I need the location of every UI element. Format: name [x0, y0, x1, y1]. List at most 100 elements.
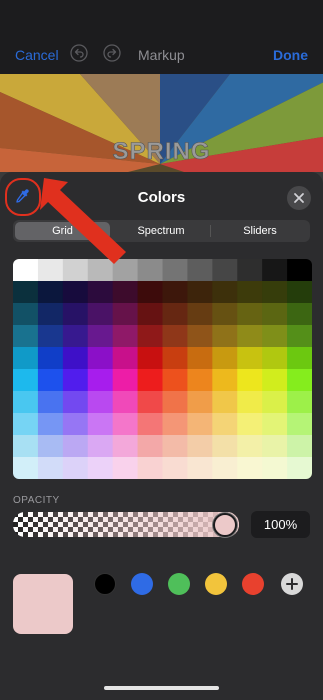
color-swatch[interactable]: [62, 457, 89, 479]
color-swatch[interactable]: [162, 435, 188, 458]
color-swatch[interactable]: [112, 325, 139, 348]
color-swatch[interactable]: [212, 325, 238, 348]
color-swatch[interactable]: [212, 369, 238, 392]
color-swatch[interactable]: [87, 347, 114, 370]
color-swatch[interactable]: [62, 435, 89, 458]
color-swatch[interactable]: [287, 457, 312, 479]
color-swatch[interactable]: [262, 325, 288, 348]
color-swatch[interactable]: [13, 457, 39, 479]
color-swatch[interactable]: [87, 303, 114, 326]
color-swatch[interactable]: [62, 391, 89, 414]
color-swatch[interactable]: [37, 303, 64, 326]
color-swatch[interactable]: [212, 347, 238, 370]
color-swatch[interactable]: [112, 369, 139, 392]
color-swatch[interactable]: [137, 413, 163, 436]
color-swatch[interactable]: [212, 457, 238, 479]
color-swatch[interactable]: [162, 413, 188, 436]
color-swatch[interactable]: [262, 457, 288, 479]
add-color-button[interactable]: [281, 573, 303, 595]
color-swatch[interactable]: [162, 281, 188, 304]
color-swatch[interactable]: [262, 391, 288, 414]
color-grid-swatches[interactable]: [13, 259, 312, 479]
color-swatch[interactable]: [37, 413, 64, 436]
favorite-color-blue[interactable]: [131, 573, 153, 595]
color-swatch[interactable]: [112, 281, 139, 304]
color-swatch[interactable]: [287, 413, 312, 436]
color-grid[interactable]: [13, 259, 312, 479]
color-swatch[interactable]: [187, 369, 213, 392]
color-swatch[interactable]: [212, 259, 238, 282]
color-swatch[interactable]: [237, 325, 263, 348]
color-swatch[interactable]: [262, 347, 288, 370]
color-swatch[interactable]: [287, 347, 312, 370]
color-swatch[interactable]: [187, 457, 213, 479]
color-swatch[interactable]: [212, 281, 238, 304]
color-swatch[interactable]: [212, 391, 238, 414]
color-swatch[interactable]: [187, 347, 213, 370]
color-swatch[interactable]: [87, 413, 114, 436]
color-swatch[interactable]: [162, 457, 188, 479]
tab-sliders[interactable]: Sliders: [212, 222, 308, 240]
color-swatch[interactable]: [112, 457, 139, 479]
color-swatch[interactable]: [62, 347, 89, 370]
color-swatch[interactable]: [237, 259, 263, 282]
color-swatch[interactable]: [287, 369, 312, 392]
color-swatch[interactable]: [137, 435, 163, 458]
color-swatch[interactable]: [187, 325, 213, 348]
color-swatch[interactable]: [237, 369, 263, 392]
color-swatch[interactable]: [13, 281, 39, 304]
color-swatch[interactable]: [87, 457, 114, 479]
color-swatch[interactable]: [13, 413, 39, 436]
color-swatch[interactable]: [112, 303, 139, 326]
color-swatch[interactable]: [37, 457, 64, 479]
color-swatch[interactable]: [237, 391, 263, 414]
color-swatch[interactable]: [62, 281, 89, 304]
color-swatch[interactable]: [237, 347, 263, 370]
color-swatch[interactable]: [212, 435, 238, 458]
color-swatch[interactable]: [112, 413, 139, 436]
color-swatch[interactable]: [87, 391, 114, 414]
color-swatch[interactable]: [13, 325, 39, 348]
color-swatch[interactable]: [162, 325, 188, 348]
color-swatch[interactable]: [262, 281, 288, 304]
color-swatch[interactable]: [187, 281, 213, 304]
color-swatch[interactable]: [162, 347, 188, 370]
favorite-color-yellow[interactable]: [205, 573, 227, 595]
color-swatch[interactable]: [37, 325, 64, 348]
color-swatch[interactable]: [137, 281, 163, 304]
color-swatch[interactable]: [13, 347, 39, 370]
color-swatch[interactable]: [187, 413, 213, 436]
color-swatch[interactable]: [287, 435, 312, 458]
color-swatch[interactable]: [87, 325, 114, 348]
color-swatch[interactable]: [87, 435, 114, 458]
cancel-button[interactable]: Cancel: [15, 47, 59, 63]
color-swatch[interactable]: [137, 259, 163, 282]
color-swatch[interactable]: [287, 281, 312, 304]
color-swatch[interactable]: [62, 413, 89, 436]
color-swatch[interactable]: [262, 435, 288, 458]
color-swatch[interactable]: [37, 435, 64, 458]
color-swatch[interactable]: [112, 347, 139, 370]
color-swatch[interactable]: [112, 435, 139, 458]
undo-icon[interactable]: [70, 44, 88, 62]
color-swatch[interactable]: [187, 435, 213, 458]
done-button[interactable]: Done: [273, 47, 308, 63]
color-swatch[interactable]: [87, 369, 114, 392]
color-swatch[interactable]: [13, 391, 39, 414]
color-swatch[interactable]: [187, 303, 213, 326]
color-swatch[interactable]: [187, 259, 213, 282]
color-swatch[interactable]: [62, 303, 89, 326]
color-swatch[interactable]: [262, 369, 288, 392]
color-swatch[interactable]: [137, 347, 163, 370]
color-swatch[interactable]: [137, 325, 163, 348]
redo-icon[interactable]: [103, 44, 121, 62]
color-swatch[interactable]: [287, 391, 312, 414]
color-swatch[interactable]: [212, 303, 238, 326]
color-swatch[interactable]: [162, 391, 188, 414]
color-swatch[interactable]: [262, 303, 288, 326]
opacity-slider[interactable]: [13, 512, 239, 537]
opacity-value[interactable]: 100%: [251, 511, 310, 538]
color-swatch[interactable]: [62, 369, 89, 392]
color-swatch[interactable]: [162, 369, 188, 392]
color-swatch[interactable]: [237, 303, 263, 326]
